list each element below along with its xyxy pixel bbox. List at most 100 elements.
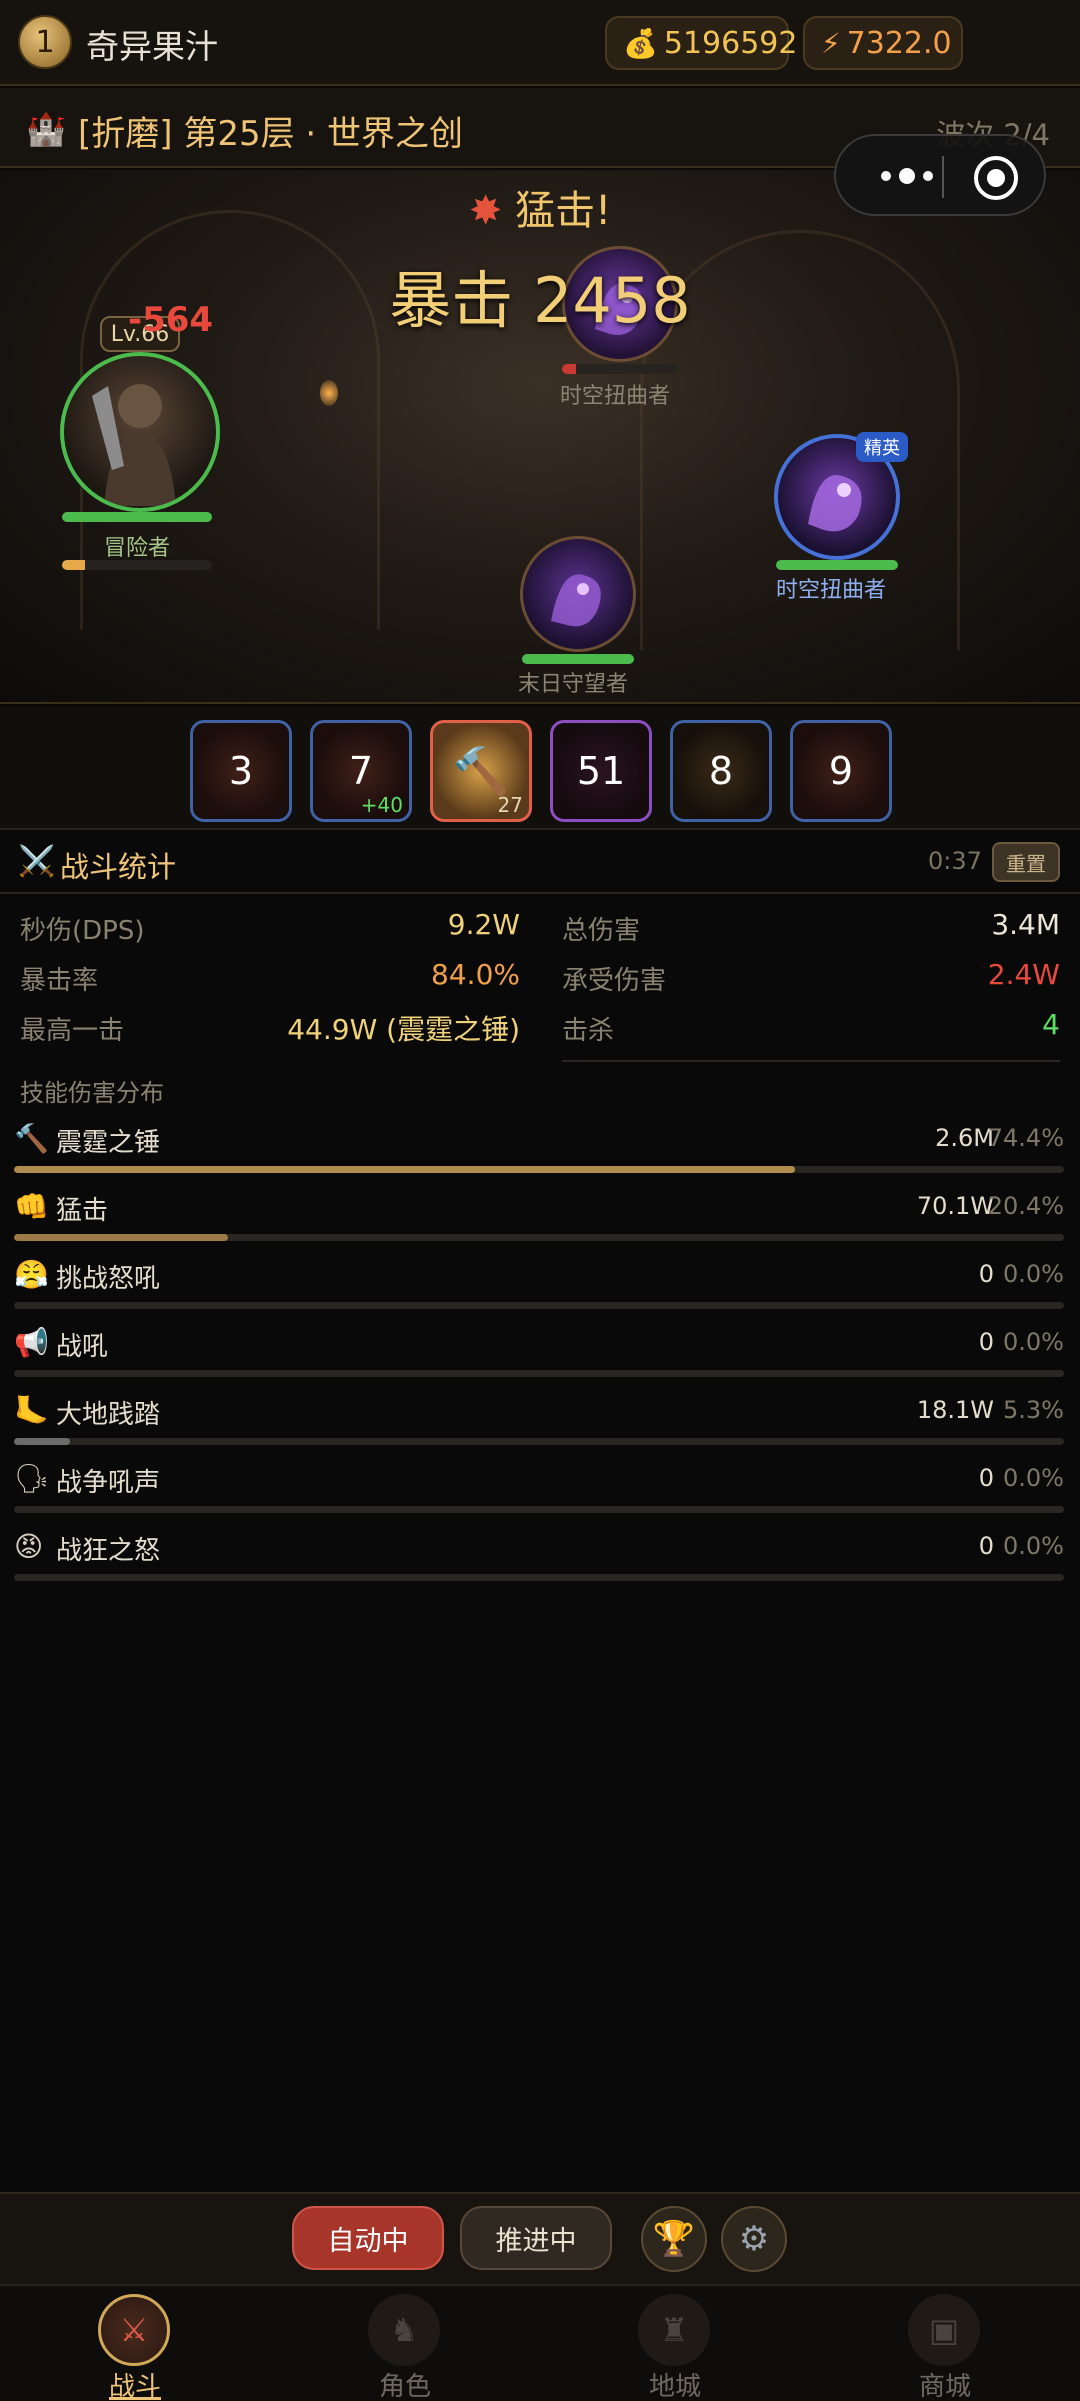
more-menu-icon[interactable] [864, 154, 950, 198]
energy-value: 7322.0 [846, 25, 952, 61]
skill-bonus: +40 [360, 793, 403, 817]
nav-tab-label: 战斗 [108, 2372, 161, 2401]
skill-damage: 0 [978, 1260, 994, 1288]
skill-share-fill [14, 1438, 70, 1445]
energy-counter[interactable]: ⚡ 7322.0 [803, 16, 963, 70]
trophy-icon: 🏆 [652, 2219, 696, 2259]
skill-bar: 3 7 +40 🔨 27 51 8 9 [0, 706, 1080, 830]
battle-scene: ✸ 猛击! 暴击 2458 时空扭曲者 Lv.66 -564 冒险者 精英 时空… [0, 170, 1080, 704]
nav-tab-shop[interactable]: ▣ 商城 [810, 2286, 1080, 2401]
skill-slot-5[interactable]: 8 [670, 720, 772, 822]
hero-name: 冒险者 [104, 536, 171, 561]
skill-cooldown: 9 [828, 749, 854, 793]
skill-cooldown: 51 [576, 749, 626, 793]
total-damage-label: 总伤害 [562, 916, 641, 946]
capsule-divider [942, 156, 944, 198]
hero-hp-fill [62, 512, 212, 522]
skill-name: 大地践踏 [56, 1400, 161, 1430]
elite-badge: 精英 [856, 432, 908, 462]
skill-damage-row: 🦶 大地践踏 18.1W 5.3% [14, 1394, 1064, 1454]
nav-tab-dungeon[interactable]: ♜ 地城 [540, 2286, 810, 2401]
dps-value: 9.2W [447, 908, 520, 941]
bottom-nav: ⚔ 战斗 ♞ 角色 ♜ 地城 ▣ 商城 [0, 2284, 1080, 2401]
nav-tab-label: 商城 [918, 2372, 971, 2401]
battle-stats-title: 战斗统计 [60, 850, 177, 884]
skill-slot-4[interactable]: 51 [550, 720, 652, 822]
rage-face-icon: 😡 [14, 1530, 44, 1563]
enemy-hp-bar [776, 560, 898, 570]
mini-program-capsule [834, 134, 1046, 216]
trophy-button[interactable]: 🏆 [641, 2206, 707, 2272]
dps-label: 秒伤(DPS) [20, 916, 145, 946]
hero-energy-fill [62, 560, 85, 570]
skill-damage-distribution-title: 技能伤害分布 [20, 1079, 164, 1107]
damage-taken-value: 2.4W [987, 958, 1060, 991]
battle-timer: 0:37 [928, 847, 982, 875]
crit-rate-label: 暴击率 [20, 966, 99, 996]
skill-name: 战争吼声 [56, 1468, 161, 1498]
skill-slot-1[interactable]: 3 [190, 720, 292, 822]
angry-face-icon: 😤 [14, 1258, 49, 1291]
gold-counter[interactable]: 💰 5196592 [605, 16, 797, 70]
auto-battle-button[interactable]: 自动中 [292, 2206, 444, 2270]
stage-title: [折磨] 第25层 · 世界之创 [78, 114, 464, 154]
skill-percent: 0.0% [1003, 1464, 1064, 1492]
skill-slot-6[interactable]: 9 [790, 720, 892, 822]
foot-icon: 🦶 [14, 1394, 49, 1427]
skill-damage-row: 🔨 震霆之锤 2.6M 74.4% [14, 1122, 1064, 1182]
enemy-name: 时空扭曲者 [776, 578, 887, 603]
skill-damage-row: 😤 挑战怒吼 0 0.0% [14, 1258, 1064, 1318]
skill-slot-2[interactable]: 7 +40 [310, 720, 412, 822]
crit-rate-value: 84.0% [431, 958, 520, 991]
auto-advance-button[interactable]: 推进中 [460, 2206, 612, 2270]
settings-button[interactable]: ⚙ [721, 2206, 787, 2272]
skill-percent: 5.3% [1003, 1396, 1064, 1424]
damage-taken-label: 承受伤害 [562, 966, 667, 996]
burst-icon: ✸ [468, 188, 503, 234]
shop-bag-icon: ▣ [908, 2294, 980, 2366]
skill-percent: 20.4% [987, 1192, 1064, 1220]
skill-cooldown: 3 [228, 749, 254, 793]
skill-slot-3[interactable]: 🔨 27 [430, 720, 532, 822]
nav-tab-label: 角色 [378, 2372, 431, 2401]
kills-label: 击杀 [562, 1016, 615, 1046]
gold-value: 5196592 [663, 25, 798, 61]
skill-share-bar [14, 1234, 1064, 1241]
skill-damage: 18.1W [916, 1396, 994, 1424]
reset-button[interactable]: 重置 [992, 842, 1060, 882]
skill-share-bar [14, 1302, 1064, 1309]
nav-tab-battle[interactable]: ⚔ 战斗 [0, 2286, 270, 2401]
skill-share-bar [14, 1370, 1064, 1377]
divider [562, 1060, 1060, 1062]
close-target-icon[interactable] [974, 156, 1018, 200]
skill-share-fill [14, 1234, 229, 1241]
skill-damage: 0 [978, 1464, 994, 1492]
player-name: 奇异果汁 [86, 27, 218, 66]
enemy-name: 时空扭曲者 [560, 384, 671, 409]
skill-share-bar [14, 1166, 1064, 1173]
warp-creature-icon [551, 574, 601, 627]
crossed-swords-icon: ⚔️ [18, 844, 56, 879]
enemy-name: 末日守望者 [518, 672, 629, 697]
skill-percent: 74.4% [987, 1124, 1064, 1152]
top-bar: 1 奇异果汁 💰 5196592 ⚡ 7322.0 [0, 0, 1080, 86]
enemy-portrait[interactable] [520, 536, 636, 652]
skill-damage: 2.6M [935, 1124, 994, 1152]
nav-tab-character[interactable]: ♞ 角色 [270, 2286, 540, 2401]
skill-percent: 0.0% [1003, 1532, 1064, 1560]
torch-glow [320, 380, 338, 406]
enemy-hp-fill [562, 364, 576, 374]
action-bar: 自动中 推进中 🏆 ⚙ [0, 2192, 1080, 2284]
max-hit-label: 最高一击 [20, 1016, 125, 1046]
money-bag-icon: 💰 [623, 26, 658, 60]
megaphone-icon: 📢 [14, 1326, 49, 1359]
player-level-badge[interactable]: 1 [18, 15, 72, 69]
skill-damage: 0 [978, 1328, 994, 1356]
hero-portrait[interactable] [60, 352, 220, 512]
enemy-hp-bar [562, 364, 678, 374]
skill-cooldown: 8 [708, 749, 734, 793]
total-damage-value: 3.4M [991, 908, 1060, 941]
enemy-hp-fill [776, 560, 898, 570]
skill-name: 战吼 [56, 1332, 109, 1362]
enemy-hp-bar [522, 654, 634, 664]
